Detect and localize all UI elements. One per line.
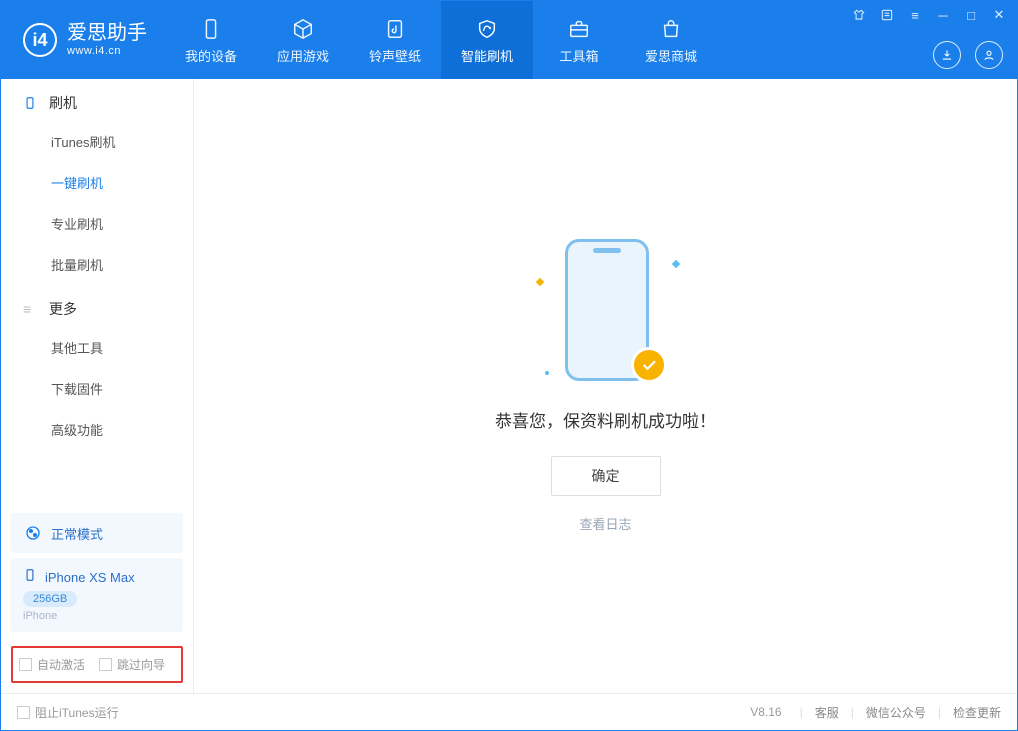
skip-guide-checkbox[interactable]: 跳过向导	[99, 656, 165, 673]
footer-link-wechat[interactable]: 微信公众号	[866, 704, 926, 721]
check-badge-icon	[631, 347, 667, 383]
footer-link-support[interactable]: 客服	[815, 704, 839, 721]
device-type: iPhone	[23, 610, 171, 622]
sidebar-item-download-firmware[interactable]: 下载固件	[1, 368, 193, 409]
checkbox-label: 阻止iTunes运行	[35, 704, 119, 721]
phone-icon	[198, 16, 224, 42]
sidebar-item-other-tools[interactable]: 其他工具	[1, 327, 193, 368]
device-name: iPhone XS Max	[45, 570, 135, 585]
nav-toolbox[interactable]: 工具箱	[533, 1, 625, 79]
device-capacity-badge: 256GB	[23, 591, 77, 607]
close-button[interactable]: ✕	[991, 7, 1007, 23]
sidebar-item-oneclick-flash[interactable]: 一键刷机	[1, 162, 193, 203]
footer-link-check-update[interactable]: 检查更新	[953, 704, 1001, 721]
device-mode-box[interactable]: 正常模式	[11, 513, 183, 553]
sidebar-group-title: 更多	[49, 299, 77, 319]
sidebar-group-flash: 刷机	[1, 79, 193, 121]
device-info-box[interactable]: iPhone XS Max 256GB iPhone	[11, 558, 183, 632]
nav-ringtones-wallpapers[interactable]: 铃声壁纸	[349, 1, 441, 79]
window-controls: ≡ ─ □ ✕	[851, 7, 1007, 23]
main-content: 恭喜您，保资料刷机成功啦！ 确定 查看日志	[194, 79, 1017, 693]
device-mode-label: 正常模式	[51, 524, 103, 543]
nav-label: 铃声壁纸	[369, 46, 421, 65]
success-message: 恭喜您，保资料刷机成功啦！	[495, 407, 716, 432]
nav-smart-flash[interactable]: 智能刷机	[441, 1, 533, 79]
nav-apps-games[interactable]: 应用游戏	[257, 1, 349, 79]
list-icon: ≡	[23, 301, 39, 317]
checkbox-label: 跳过向导	[117, 656, 165, 673]
sidebar-item-pro-flash[interactable]: 专业刷机	[1, 203, 193, 244]
app-header: i4 爱思助手 www.i4.cn 我的设备 应用游戏 铃声壁纸 智能刷机 工具…	[1, 1, 1017, 79]
nav-label: 应用游戏	[277, 46, 329, 65]
logo-area: i4 爱思助手 www.i4.cn	[1, 1, 165, 79]
cube-icon	[290, 16, 316, 42]
app-subtitle: www.i4.cn	[67, 45, 147, 58]
shirt-icon[interactable]	[851, 7, 867, 23]
phone-icon	[23, 568, 37, 587]
sidebar: 刷机 iTunes刷机 一键刷机 专业刷机 批量刷机 ≡ 更多 其他工具 下载固…	[1, 79, 194, 693]
sidebar-item-advanced[interactable]: 高级功能	[1, 409, 193, 450]
nav-store[interactable]: 爱思商城	[625, 1, 717, 79]
checkbox-icon	[17, 706, 30, 719]
sidebar-item-batch-flash[interactable]: 批量刷机	[1, 244, 193, 285]
download-button[interactable]	[933, 41, 961, 69]
nav-my-device[interactable]: 我的设备	[165, 1, 257, 79]
minimize-button[interactable]: ─	[935, 7, 951, 23]
bag-icon	[658, 16, 684, 42]
sidebar-group-more: ≡ 更多	[1, 285, 193, 327]
logo-icon: i4	[23, 23, 57, 57]
maximize-button[interactable]: □	[963, 7, 979, 23]
menu-icon[interactable]: ≡	[907, 7, 923, 23]
toolbox-icon	[566, 16, 592, 42]
nav-label: 工具箱	[559, 46, 598, 65]
checkbox-icon	[19, 658, 32, 671]
list-icon[interactable]	[879, 7, 895, 23]
music-file-icon	[382, 16, 408, 42]
mode-icon	[23, 523, 43, 543]
version-label: V8.16	[750, 705, 781, 719]
success-illustration	[551, 239, 661, 389]
nav-label: 我的设备	[185, 46, 237, 65]
auto-activate-checkbox[interactable]: 自动激活	[19, 656, 85, 673]
header-right-actions	[933, 41, 1003, 69]
sidebar-group-title: 刷机	[49, 93, 77, 113]
account-button[interactable]	[975, 41, 1003, 69]
main-nav: 我的设备 应用游戏 铃声壁纸 智能刷机 工具箱 爱思商城	[165, 1, 717, 79]
ok-button[interactable]: 确定	[551, 456, 661, 496]
device-icon	[23, 96, 39, 110]
flash-options-row: 自动激活 跳过向导	[11, 646, 183, 683]
status-bar: 阻止iTunes运行 V8.16 | 客服 | 微信公众号 | 检查更新	[1, 693, 1017, 730]
nav-label: 爱思商城	[645, 46, 697, 65]
sidebar-item-itunes-flash[interactable]: iTunes刷机	[1, 121, 193, 162]
app-title: 爱思助手	[67, 21, 147, 45]
shield-refresh-icon	[474, 16, 500, 42]
block-itunes-checkbox[interactable]: 阻止iTunes运行	[17, 704, 119, 721]
checkbox-icon	[99, 658, 112, 671]
view-log-link[interactable]: 查看日志	[579, 514, 631, 533]
checkbox-label: 自动激活	[37, 656, 85, 673]
nav-label: 智能刷机	[461, 46, 513, 65]
